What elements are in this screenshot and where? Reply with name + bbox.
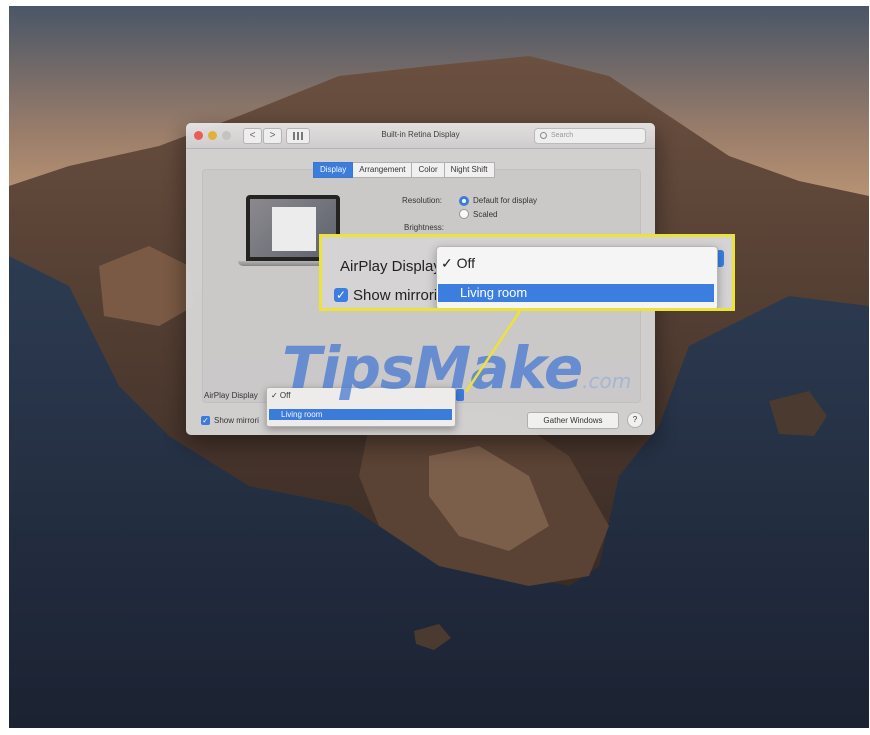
zoom-callout: AirPlay Display ✓ Show mirrori ✓ Off Liv… <box>319 234 735 311</box>
watermark: TipsMake.com <box>282 334 631 402</box>
callout-mirroring-label: Show mirrori <box>353 287 438 304</box>
airplay-option-living-room[interactable]: Living room <box>269 409 452 420</box>
callout-option-living-room[interactable]: Living room <box>438 284 714 302</box>
scaled-resolution-label: Scaled <box>473 210 498 219</box>
search-icon <box>540 132 547 139</box>
help-button[interactable]: ? <box>627 412 643 428</box>
show-mirroring-checkbox[interactable]: ✓ <box>201 416 210 425</box>
tab-arrangement[interactable]: Arrangement <box>353 162 413 178</box>
tab-color[interactable]: Color <box>412 162 445 178</box>
tab-night-shift[interactable]: Night Shift <box>444 162 495 178</box>
brightness-label: Brightness: <box>404 223 445 232</box>
callout-option-off[interactable]: ✓ Off <box>441 255 475 272</box>
scaled-resolution-radio[interactable] <box>459 209 469 219</box>
callout-airplay-menu: ✓ Off Living room <box>436 246 718 308</box>
tab-bar: Display Arrangement Color Night Shift <box>313 162 495 178</box>
resolution-label: Resolution: <box>402 196 443 205</box>
show-mirroring-label: Show mirrori <box>214 416 259 425</box>
watermark-suffix: .com <box>582 369 632 393</box>
callout-mirroring-checkbox[interactable]: ✓ <box>334 288 348 302</box>
watermark-text: TipsMake <box>282 334 583 402</box>
callout-airplay-label: AirPlay Display <box>340 258 441 275</box>
tab-display[interactable]: Display <box>313 162 354 178</box>
airplay-display-label: AirPlay Display <box>204 391 258 400</box>
gather-windows-button[interactable]: Gather Windows <box>527 412 619 429</box>
default-resolution-radio[interactable] <box>459 196 469 206</box>
default-resolution-label: Default for display <box>473 196 538 205</box>
title-bar: < > Built-in Retina Display Search <box>186 123 655 149</box>
search-placeholder: Search <box>551 132 574 139</box>
search-field[interactable]: Search <box>534 128 646 144</box>
